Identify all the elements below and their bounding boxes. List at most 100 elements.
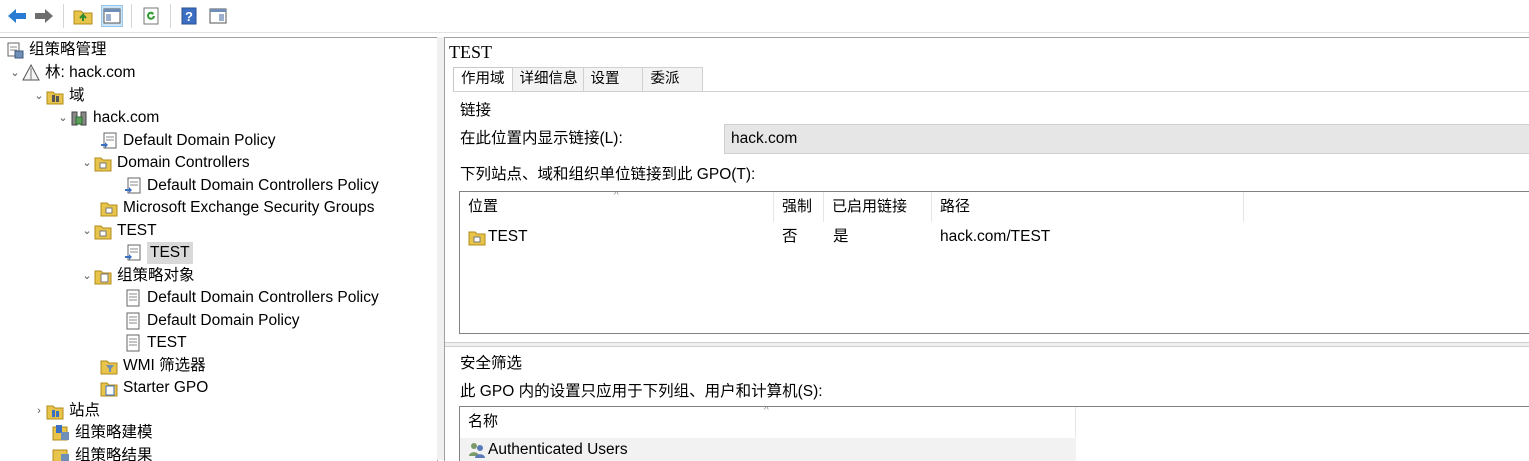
ou-folder-icon [94,154,112,172]
sort-indicator-icon: ^ [614,191,619,201]
tree-item-domains[interactable]: ⌄ 域 [32,85,85,107]
tree-label: Microsoft Exchange Security Groups [123,199,375,216]
gpo-icon [124,289,142,307]
tree-item-forest[interactable]: ⌄ 林: hack.com [8,62,135,84]
wmi-filter-folder-icon [100,357,118,375]
tree-label: 站点 [69,402,101,419]
tree-item-gp-modeling[interactable]: 组策略建模 [52,422,153,444]
ou-folder-icon [468,228,486,246]
column-header-enforced[interactable]: 强制 [774,192,824,222]
gpo-icon [124,334,142,352]
security-filtering-table[interactable]: 名称 ^ Authenticated Users [459,406,1529,461]
tree-label: 林: hack.com [45,64,136,81]
page-title: TEST [449,42,492,62]
tree-item-default-dc-policy-link[interactable]: Default Domain Controllers Policy [124,175,379,197]
tab-settings[interactable]: 设置 [582,67,643,91]
cell-path: hack.com/TEST [940,228,1051,245]
cell-link-enabled: 是 [833,228,849,245]
svg-text:?: ? [185,9,193,24]
show-action-pane-icon[interactable] [207,5,229,27]
gpo-container-folder-icon [94,267,112,285]
tree-label: 组策略建模 [75,424,153,441]
gpo-icon [124,312,142,330]
tree-label: 组策略管理 [29,41,107,58]
chevron-down-icon[interactable]: ⌄ [80,265,94,287]
tree-label: Starter GPO [123,379,209,396]
display-links-label: 在此位置内显示链接(L): [460,130,623,147]
tree-item-default-domain-policy-link[interactable]: Default Domain Policy [100,130,275,152]
forest-icon [22,64,40,82]
help-icon[interactable]: ? [178,5,200,27]
column-header-link-enabled[interactable]: 已启用链接 [824,192,932,222]
up-folder-icon[interactable] [72,5,94,27]
chevron-down-icon[interactable]: ⌄ [8,62,22,84]
table-row[interactable]: TEST [468,225,528,249]
details-pane: TEST 作用域 详细信息 设置 委派 链接 在此位置内显示链接(L): hac… [444,37,1529,461]
tree-item-test-link-selected[interactable]: TEST [124,242,193,264]
column-header-name[interactable]: 名称 ^ [460,407,1076,437]
tree-label: Default Domain Controllers Policy [147,177,379,194]
gp-modeling-icon [52,424,70,442]
tree-item-sites[interactable]: › 站点 [32,400,100,422]
tree-item-starter-gpo[interactable]: Starter GPO [100,377,208,399]
tree-label: 域 [69,87,85,104]
tree-item-test-ou[interactable]: ⌄ TEST [80,220,157,242]
security-filtering-heading: 安全筛选 [460,355,523,372]
tab-details[interactable]: 详细信息 [511,67,584,91]
linked-locations-label: 下列站点、域和组织单位链接到此 GPO(T): [460,166,756,183]
tree-label: 组策略对象 [117,267,195,284]
sort-indicator-icon: ^ [764,406,769,416]
tree-item-gpo-objects[interactable]: ⌄ 组策略对象 [80,265,195,287]
domains-folder-icon [46,87,64,105]
users-group-icon [468,441,486,459]
tree-item-domain-hack[interactable]: ⌄ hack.com [56,107,159,129]
tree-item-domain-controllers[interactable]: ⌄ Domain Controllers [80,152,250,174]
chevron-down-icon[interactable]: ⌄ [32,85,46,107]
tab-scope[interactable]: 作用域 [453,67,513,92]
pane-splitter[interactable] [437,37,444,460]
tree-label: TEST [147,334,187,351]
cell-name: Authenticated Users [488,441,628,458]
display-links-dropdown[interactable]: hack.com [724,124,1529,154]
gpmc-root-icon [6,41,24,59]
chevron-down-icon[interactable]: ⌄ [80,220,94,242]
tree-item-gpo-default-dc-policy[interactable]: Default Domain Controllers Policy [124,287,379,309]
chevron-down-icon[interactable]: ⌄ [80,152,94,174]
tree-label: TEST [117,222,157,239]
tree-item-gpo-test[interactable]: TEST [124,332,187,354]
chevron-down-icon[interactable]: ⌄ [56,107,70,129]
tree-label: Domain Controllers [117,154,250,171]
tree-label: Default Domain Policy [147,312,300,329]
cell-location: TEST [488,228,528,245]
section-divider [445,342,1529,347]
tree-label: TEST [147,242,193,264]
tree-label: Default Domain Controllers Policy [147,289,379,306]
gpo-link-icon [124,177,142,195]
sites-folder-icon [46,402,64,420]
ou-folder-icon [100,199,118,217]
show-hide-console-tree-icon[interactable] [101,5,123,27]
starter-gpo-folder-icon [100,379,118,397]
back-arrow-icon[interactable] [6,5,28,27]
table-row[interactable]: Authenticated Users [468,438,628,461]
refresh-icon[interactable] [140,5,162,27]
tab-delegation[interactable]: 委派 [641,67,703,91]
column-header-path[interactable]: 路径 [932,192,1244,222]
tree-label: WMI 筛选器 [123,357,206,374]
column-header-location[interactable]: 位置 ^ [460,192,774,222]
tree-item-gp-results[interactable]: 组策略结果 [52,445,153,461]
tree-item-wmi-filters[interactable]: WMI 筛选器 [100,355,206,377]
gpo-link-icon [124,244,142,262]
toolbar: ? [0,0,1529,33]
links-heading: 链接 [460,102,492,119]
console-tree: 组策略管理 ⌄ 林: hack.com ⌄ 域 ⌄ hack.com Defau… [0,37,438,461]
chevron-right-icon[interactable]: › [32,400,46,422]
tree-item-gpo-default-domain-policy[interactable]: Default Domain Policy [124,310,299,332]
links-table[interactable]: 位置 ^ 强制 已启用链接 路径 TEST 否 是 hack.com/TEST [459,191,1529,334]
forward-arrow-icon[interactable] [33,5,55,27]
tree-item-gpmc-root[interactable]: 组策略管理 [6,39,107,61]
tree-label: Default Domain Policy [123,132,276,149]
cell-enforced: 否 [782,228,798,245]
domain-icon [70,109,88,127]
tree-item-exchange-security-groups[interactable]: Microsoft Exchange Security Groups [100,197,375,219]
